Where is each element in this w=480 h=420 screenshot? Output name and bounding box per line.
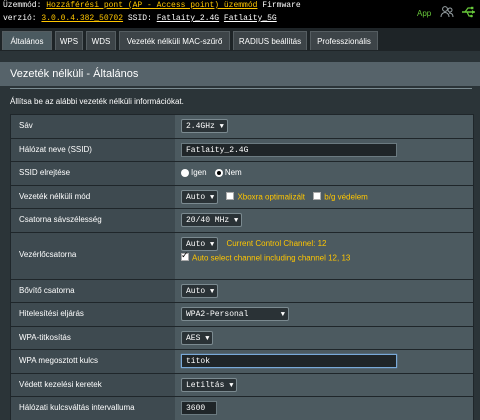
- wpa-enc-label: WPA-titkosítás: [11, 326, 175, 349]
- chevron-down-icon: ▼: [219, 123, 224, 131]
- row-pmf: Védett kezelési keretek Letiltás ▼: [11, 372, 473, 396]
- tab-general[interactable]: Általános: [2, 31, 52, 50]
- hide-ssid-yes-label: Igen: [191, 168, 207, 177]
- row-key-interval: Hálózati kulcsváltás intervalluma 3600: [11, 396, 473, 420]
- row-wpa-key: WPA megosztott kulcs titok: [11, 349, 473, 373]
- tab-wps[interactable]: WPS: [55, 31, 83, 50]
- bg-protection-checkbox[interactable]: [313, 192, 322, 201]
- auth-label: Hitelesítési eljárás: [11, 303, 175, 326]
- control-channel-label: Vezérlőcsatorna: [11, 232, 175, 279]
- tab-wds[interactable]: WDS: [86, 31, 116, 50]
- wpa-key-input[interactable]: titok: [181, 354, 397, 368]
- row-ext-channel: Bővítő csatorna Auto ▼: [11, 278, 473, 302]
- ssid-label: Hálózat neve (SSID): [11, 138, 175, 161]
- pmf-select[interactable]: Letiltás ▼: [181, 377, 238, 392]
- row-auth: Hitelesítési eljárás WPA2-Personal ▼: [11, 302, 473, 326]
- app-link[interactable]: App: [417, 9, 431, 18]
- chevron-down-icon: ▼: [205, 334, 210, 343]
- tab-radius[interactable]: RADIUS beállítás: [233, 31, 307, 50]
- mode-label: Üzemmód:: [3, 1, 42, 10]
- hide-ssid-label: SSID elrejtése: [11, 162, 175, 185]
- tab-professional[interactable]: Professzionális: [310, 31, 378, 50]
- ssid-link-5[interactable]: Fatlaity_5G: [224, 14, 277, 23]
- auto-select-label: Auto select channel including channel 12…: [192, 252, 351, 262]
- band-select[interactable]: 2.4GHz ▼: [181, 119, 228, 133]
- hide-ssid-yes-radio[interactable]: [181, 169, 189, 177]
- wpa-key-label: WPA megosztott kulcs: [11, 350, 175, 373]
- version-line: verzió: 3.0.0.4.382_50702 SSID: Fatlaity…: [3, 14, 277, 23]
- chevron-down-icon: ▼: [210, 193, 215, 202]
- ext-channel-label: Bővítő csatorna: [11, 279, 175, 302]
- xbox-label: Xboxra optimalizált: [237, 191, 306, 201]
- section-title: Vezeték nélküli - Általános: [0, 62, 480, 86]
- control-channel-select[interactable]: Auto ▼: [181, 236, 219, 251]
- xbox-checkbox[interactable]: [226, 192, 235, 201]
- mode-line: Üzemmód: Hozzáférési pont (AP - Access p…: [3, 1, 301, 10]
- version-link[interactable]: 3.0.0.4.382_50702: [41, 14, 123, 23]
- bandwidth-select[interactable]: 20/40 MHz ▼: [181, 213, 243, 227]
- ssid-input[interactable]: Fatlaity_2.4G: [181, 142, 397, 157]
- chevron-down-icon: ▼: [280, 311, 285, 319]
- section-divider: [10, 88, 472, 89]
- row-wpa-enc: WPA-titkosítás AES ▼: [11, 325, 473, 349]
- key-interval-label: Hálózati kulcsváltás intervalluma: [11, 397, 175, 420]
- row-bandwidth: Csatorna sávszélesség 20/40 MHz ▼: [11, 208, 473, 232]
- tab-mac-filter[interactable]: Vezeték nélküli MAC-szűrő: [119, 31, 230, 50]
- row-hide-ssid: SSID elrejtése Igen Nem: [11, 161, 473, 185]
- usb-icon[interactable]: [461, 6, 477, 20]
- band-label: Sáv: [11, 115, 175, 138]
- wireless-mode-label: Vezeték nélküli mód: [11, 185, 175, 208]
- version-label: verzió:: [3, 14, 37, 23]
- auth-select[interactable]: WPA2-Personal ▼: [181, 307, 289, 321]
- chevron-down-icon: ▼: [229, 381, 234, 390]
- tab-bar: Általános WPS WDS Vezeték nélküli MAC-sz…: [0, 28, 480, 51]
- chevron-down-icon: ▼: [210, 287, 215, 296]
- wireless-mode-select[interactable]: Auto ▼: [181, 189, 219, 204]
- section-description: Állítsa be az alábbi vezeték nélküli inf…: [10, 97, 184, 106]
- chevron-down-icon: ▼: [210, 240, 215, 249]
- ext-channel-select[interactable]: Auto ▼: [181, 283, 219, 298]
- bandwidth-label: Csatorna sávszélesség: [11, 209, 175, 232]
- pmf-label: Védett kezelési keretek: [11, 373, 175, 396]
- ssid-label: SSID:: [127, 14, 152, 23]
- key-interval-input[interactable]: 3600: [181, 401, 217, 415]
- bg-protection-label: b/g védelem: [324, 191, 368, 201]
- chevron-down-icon: ▼: [234, 217, 239, 225]
- users-icon[interactable]: [440, 6, 454, 20]
- hide-ssid-no-label: Nem: [224, 168, 242, 177]
- hide-ssid-no-radio[interactable]: [214, 169, 223, 177]
- wpa-enc-select[interactable]: AES ▼: [181, 330, 214, 345]
- settings-table: Sáv 2.4GHz ▼ Hálózat neve (SSID) Fatlaity…: [10, 114, 474, 420]
- current-channel-text: Current Control Channel: 12: [226, 238, 327, 248]
- row-ssid: Hálózat neve (SSID) Fatlaity_2.4G: [11, 137, 473, 161]
- firmware-label: Firmware: [262, 1, 301, 10]
- ssid-link-24[interactable]: Fatlaity_2.4G: [157, 14, 219, 23]
- row-wireless-mode: Vezeték nélküli mód Auto ▼ Xboxra optimal…: [11, 184, 473, 208]
- top-status-bar: Üzemmód: Hozzáférési pont (AP - Access p…: [0, 0, 480, 28]
- row-control-channel: Vezérlőcsatorna Auto ▼ Current Control Ch…: [11, 231, 473, 279]
- row-band: Sáv 2.4GHz ▼: [11, 114, 473, 138]
- auto-select-checkbox[interactable]: [181, 250, 189, 262]
- mode-link[interactable]: Hozzáférési pont (AP - Access point) üze…: [46, 1, 257, 10]
